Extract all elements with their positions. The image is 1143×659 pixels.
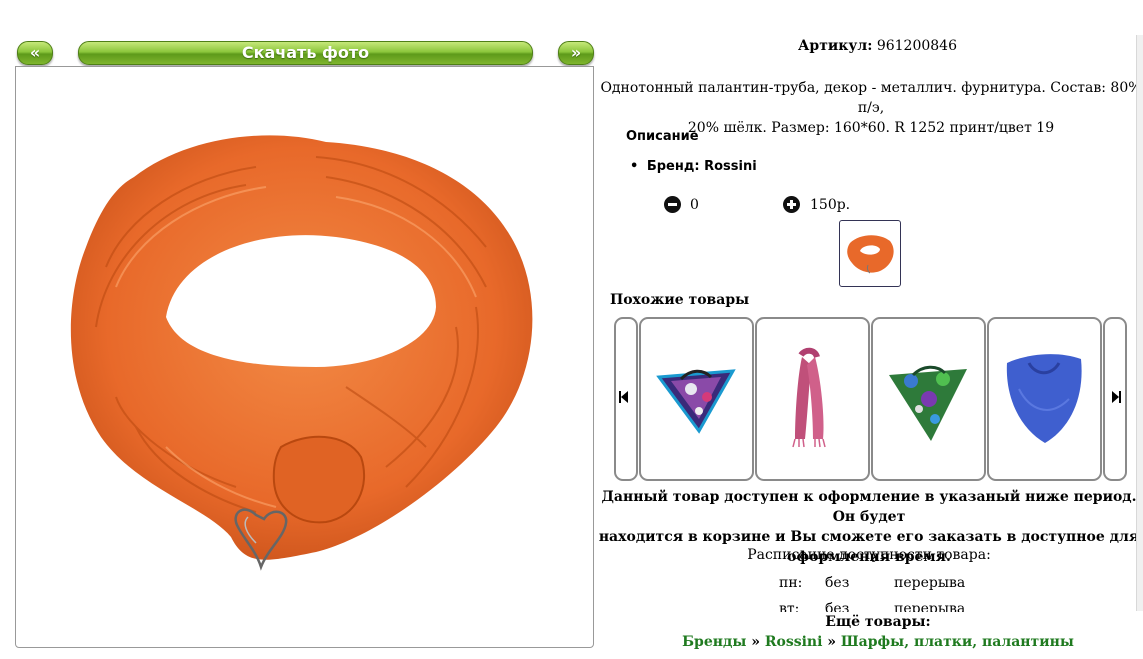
- plus-circle-icon[interactable]: [783, 196, 800, 213]
- more-products-title: Ещё товары:: [598, 614, 1143, 630]
- schedule-to: перерыва: [894, 601, 966, 612]
- notice-line: Данный товар доступен к оформление в ука…: [601, 489, 1137, 525]
- product-main-photo[interactable]: [16, 67, 593, 647]
- scarf-thumbnail-image: [847, 235, 894, 274]
- breadcrumb: Бренды » Rossini » Шарфы, платки, палант…: [598, 634, 1143, 650]
- quantity-value: 0: [690, 197, 699, 213]
- schedule-from: без: [825, 575, 850, 591]
- schedule-day: вт:: [779, 601, 800, 612]
- breadcrumb-separator: »: [751, 634, 760, 650]
- prev-photo-button[interactable]: «: [17, 41, 53, 65]
- scarf-thumbnail-image: [656, 369, 736, 434]
- schedule-to: перерыва: [894, 575, 966, 591]
- scarf-thumbnail-image: [889, 365, 967, 441]
- schedule-scroll-area[interactable]: пн: без перерыва вт: без перерыва: [600, 568, 1136, 612]
- page-scrollbar[interactable]: [1136, 35, 1143, 611]
- download-photo-button[interactable]: Скачать фото: [78, 41, 533, 65]
- minus-circle-icon[interactable]: [664, 196, 681, 213]
- price-value: 150р.: [810, 197, 851, 213]
- breadcrumb-link-category[interactable]: Шарфы, платки, палантины: [841, 634, 1074, 650]
- breadcrumb-link-rossini[interactable]: Rossini: [765, 634, 823, 650]
- notice-line: находится в корзине и Вы сможете его зак…: [598, 529, 1140, 545]
- carousel-next-button[interactable]: [1103, 317, 1127, 481]
- bullet-icon: •: [630, 159, 639, 174]
- article-value: 961200846: [876, 38, 957, 54]
- skip-forward-icon: [1119, 391, 1121, 403]
- similar-product-card[interactable]: [987, 317, 1102, 481]
- product-thumbnail[interactable]: [839, 220, 901, 287]
- description-heading: Описание: [626, 129, 699, 144]
- brand-list-item: • Бренд: Rossini: [630, 159, 757, 174]
- brand-item-label: Бренд: Rossini: [646, 159, 757, 174]
- schedule-title: Расписание доступности товара:: [747, 547, 991, 563]
- skip-forward-icon-arrow: [1112, 391, 1119, 403]
- article-line: Артикул: 961200846: [798, 38, 957, 54]
- similar-product-card[interactable]: [871, 317, 986, 481]
- article-label: Артикул:: [798, 38, 873, 54]
- breadcrumb-separator: »: [827, 634, 837, 650]
- schedule-from: без: [825, 601, 850, 612]
- main-photo-frame: [15, 66, 594, 648]
- carousel-prev-button[interactable]: [614, 317, 638, 481]
- scarf-thumbnail-image: [792, 347, 826, 448]
- similar-product-card[interactable]: [755, 317, 870, 481]
- similar-product-card[interactable]: [639, 317, 754, 481]
- skip-back-icon-arrow: [621, 391, 628, 403]
- scarf-thumbnail-image: [1006, 354, 1082, 443]
- schedule-day: пн:: [779, 575, 803, 591]
- next-photo-button[interactable]: »: [558, 41, 594, 65]
- similar-products-title: Похожие товары: [610, 292, 750, 308]
- breadcrumb-link-brands[interactable]: Бренды: [682, 634, 746, 650]
- description-line: Однотонный палантин-труба, декор - метал…: [600, 80, 1142, 116]
